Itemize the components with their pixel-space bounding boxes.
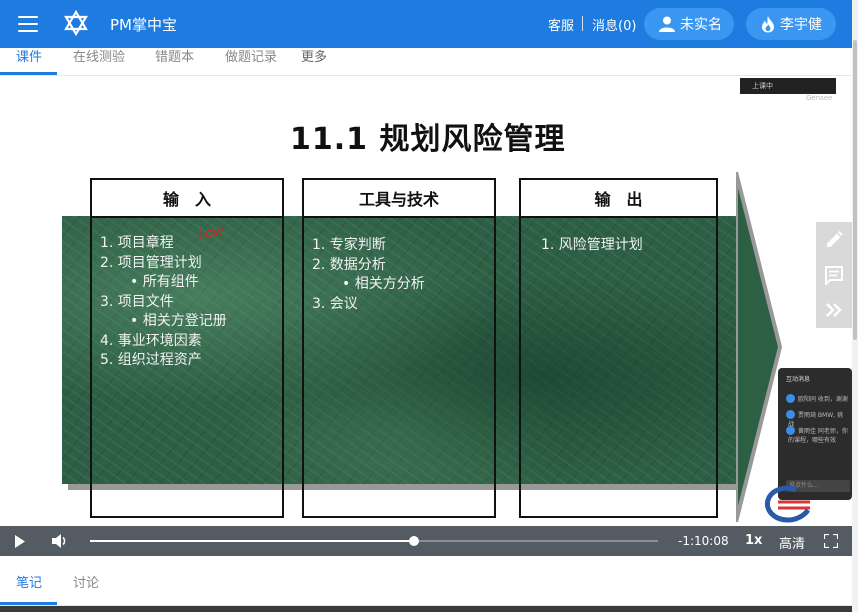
play-icon[interactable] xyxy=(14,535,26,548)
verification-status-button[interactable]: 未实名 xyxy=(644,8,734,40)
list-item: • 所有组件 xyxy=(130,274,199,290)
list-item: • 相关方分析 xyxy=(342,276,425,292)
chat-message: 黄雨佳 同老师，你的课程，哪些有效 xyxy=(786,426,848,444)
active-tab-indicator xyxy=(0,602,57,605)
course-tabs: 课件 在线测验 错题本 做题记录 更多 xyxy=(0,48,852,76)
active-tab-indicator xyxy=(0,72,57,75)
notes-discussion-tabs: 笔记 讨论 xyxy=(0,556,852,606)
list-item: 2. 数据分析 xyxy=(312,256,386,273)
tab-wrong-answers[interactable]: 错题本 xyxy=(155,46,194,65)
tab-practice-history[interactable]: 做题记录 xyxy=(225,46,277,65)
progress-handle[interactable] xyxy=(408,536,419,546)
interactive-chat-panel[interactable]: 互动消息 欧阳同 收到，谢谢 贾雨琦 BMW, 挑战 黄雨佳 同老师，你的课程，… xyxy=(778,368,852,500)
video-player-area[interactable]: 上课中 Gensee 11.1 规划风险管理 输 入 工具与技术 输 出 1. … xyxy=(0,76,852,526)
list-item: 1. 专家判断 xyxy=(312,237,386,253)
app-title: PM掌中宝 xyxy=(110,16,177,34)
double-chevron-right-icon xyxy=(826,303,842,317)
chat-header: 互动消息 xyxy=(786,376,811,383)
tab-discussion[interactable]: 讨论 xyxy=(73,572,99,591)
list-item: 4. 事业环境因素 xyxy=(100,332,202,349)
floating-toolbar xyxy=(816,222,852,328)
fullscreen-icon[interactable] xyxy=(824,534,838,548)
list-item: 5. 组织过程资产 xyxy=(100,352,202,368)
verification-status-label: 未实名 xyxy=(680,17,722,33)
list-item: 1. 风险管理计划 xyxy=(541,237,643,253)
hamburger-menu-icon[interactable] xyxy=(18,16,38,32)
player-control-bar: -1:10:08 1x 高清 xyxy=(0,526,852,556)
tools-column: 工具与技术 xyxy=(302,178,496,518)
slide-arrow-shape xyxy=(736,172,782,522)
playback-speed-button[interactable]: 1x xyxy=(745,533,762,548)
outputs-column: 输 出 xyxy=(519,178,718,518)
star-of-david-icon[interactable] xyxy=(64,10,88,36)
live-status-badge: 上课中 xyxy=(740,78,836,94)
customer-service-link[interactable]: 客服 xyxy=(548,15,574,34)
header-divider xyxy=(582,16,583,31)
tab-notes[interactable]: 笔记 xyxy=(16,572,42,591)
page-scrollbar[interactable] xyxy=(852,0,858,612)
tab-online-quiz[interactable]: 在线测验 xyxy=(73,46,125,65)
comment-button[interactable] xyxy=(822,263,846,287)
collapse-toolbar-button[interactable] xyxy=(822,298,846,322)
comment-icon xyxy=(825,266,843,285)
outputs-header: 输 出 xyxy=(521,180,716,218)
inputs-header: 输 入 xyxy=(92,180,282,218)
pencil-icon xyxy=(827,231,843,247)
scrollbar-thumb[interactable] xyxy=(853,40,857,340)
list-item: 3. 项目文件 xyxy=(100,293,174,310)
inputs-list: 1. 项目章程 2. 项目管理计划 • 所有组件 3. 项目文件 • 相关方登记… xyxy=(100,234,227,371)
brand-logo-icon xyxy=(764,485,811,523)
person-icon xyxy=(659,16,675,32)
outputs-list: 1. 风险管理计划 xyxy=(541,236,643,256)
flame-icon xyxy=(762,16,774,33)
user-profile-button[interactable]: 李宇健 xyxy=(746,8,836,40)
tab-more[interactable]: 更多 xyxy=(301,46,327,65)
avatar xyxy=(786,410,795,419)
tools-header: 工具与技术 xyxy=(304,180,494,218)
list-item: 3. 会议 xyxy=(312,295,358,312)
tools-list: 1. 专家判断 2. 数据分析 • 相关方分析 3. 会议 xyxy=(312,236,425,314)
list-item: 2. 项目管理计划 xyxy=(100,254,202,271)
watermark-text: Gensee xyxy=(806,94,833,102)
tab-courseware[interactable]: 课件 xyxy=(16,46,42,65)
edit-note-button[interactable] xyxy=(822,228,846,252)
progress-fill xyxy=(90,540,414,542)
avatar xyxy=(786,426,795,435)
top-app-bar: PM掌中宝 客服 消息(0) 未实名 李宇健 xyxy=(0,0,852,48)
quality-button[interactable]: 高清 xyxy=(779,533,805,552)
user-name-label: 李宇健 xyxy=(780,17,822,33)
list-item: • 相关方登记册 xyxy=(130,313,227,329)
time-remaining: -1:10:08 xyxy=(678,534,729,548)
chat-message: 欧阳同 收到，谢谢 xyxy=(786,394,848,403)
volume-icon[interactable] xyxy=(52,534,68,548)
slide-title: 11.1 规划风险管理 xyxy=(290,122,566,157)
playback-progress-bar[interactable] xyxy=(90,536,658,546)
bottom-edge-strip xyxy=(0,606,852,612)
avatar xyxy=(786,394,795,403)
messages-link[interactable]: 消息(0) xyxy=(592,15,636,34)
